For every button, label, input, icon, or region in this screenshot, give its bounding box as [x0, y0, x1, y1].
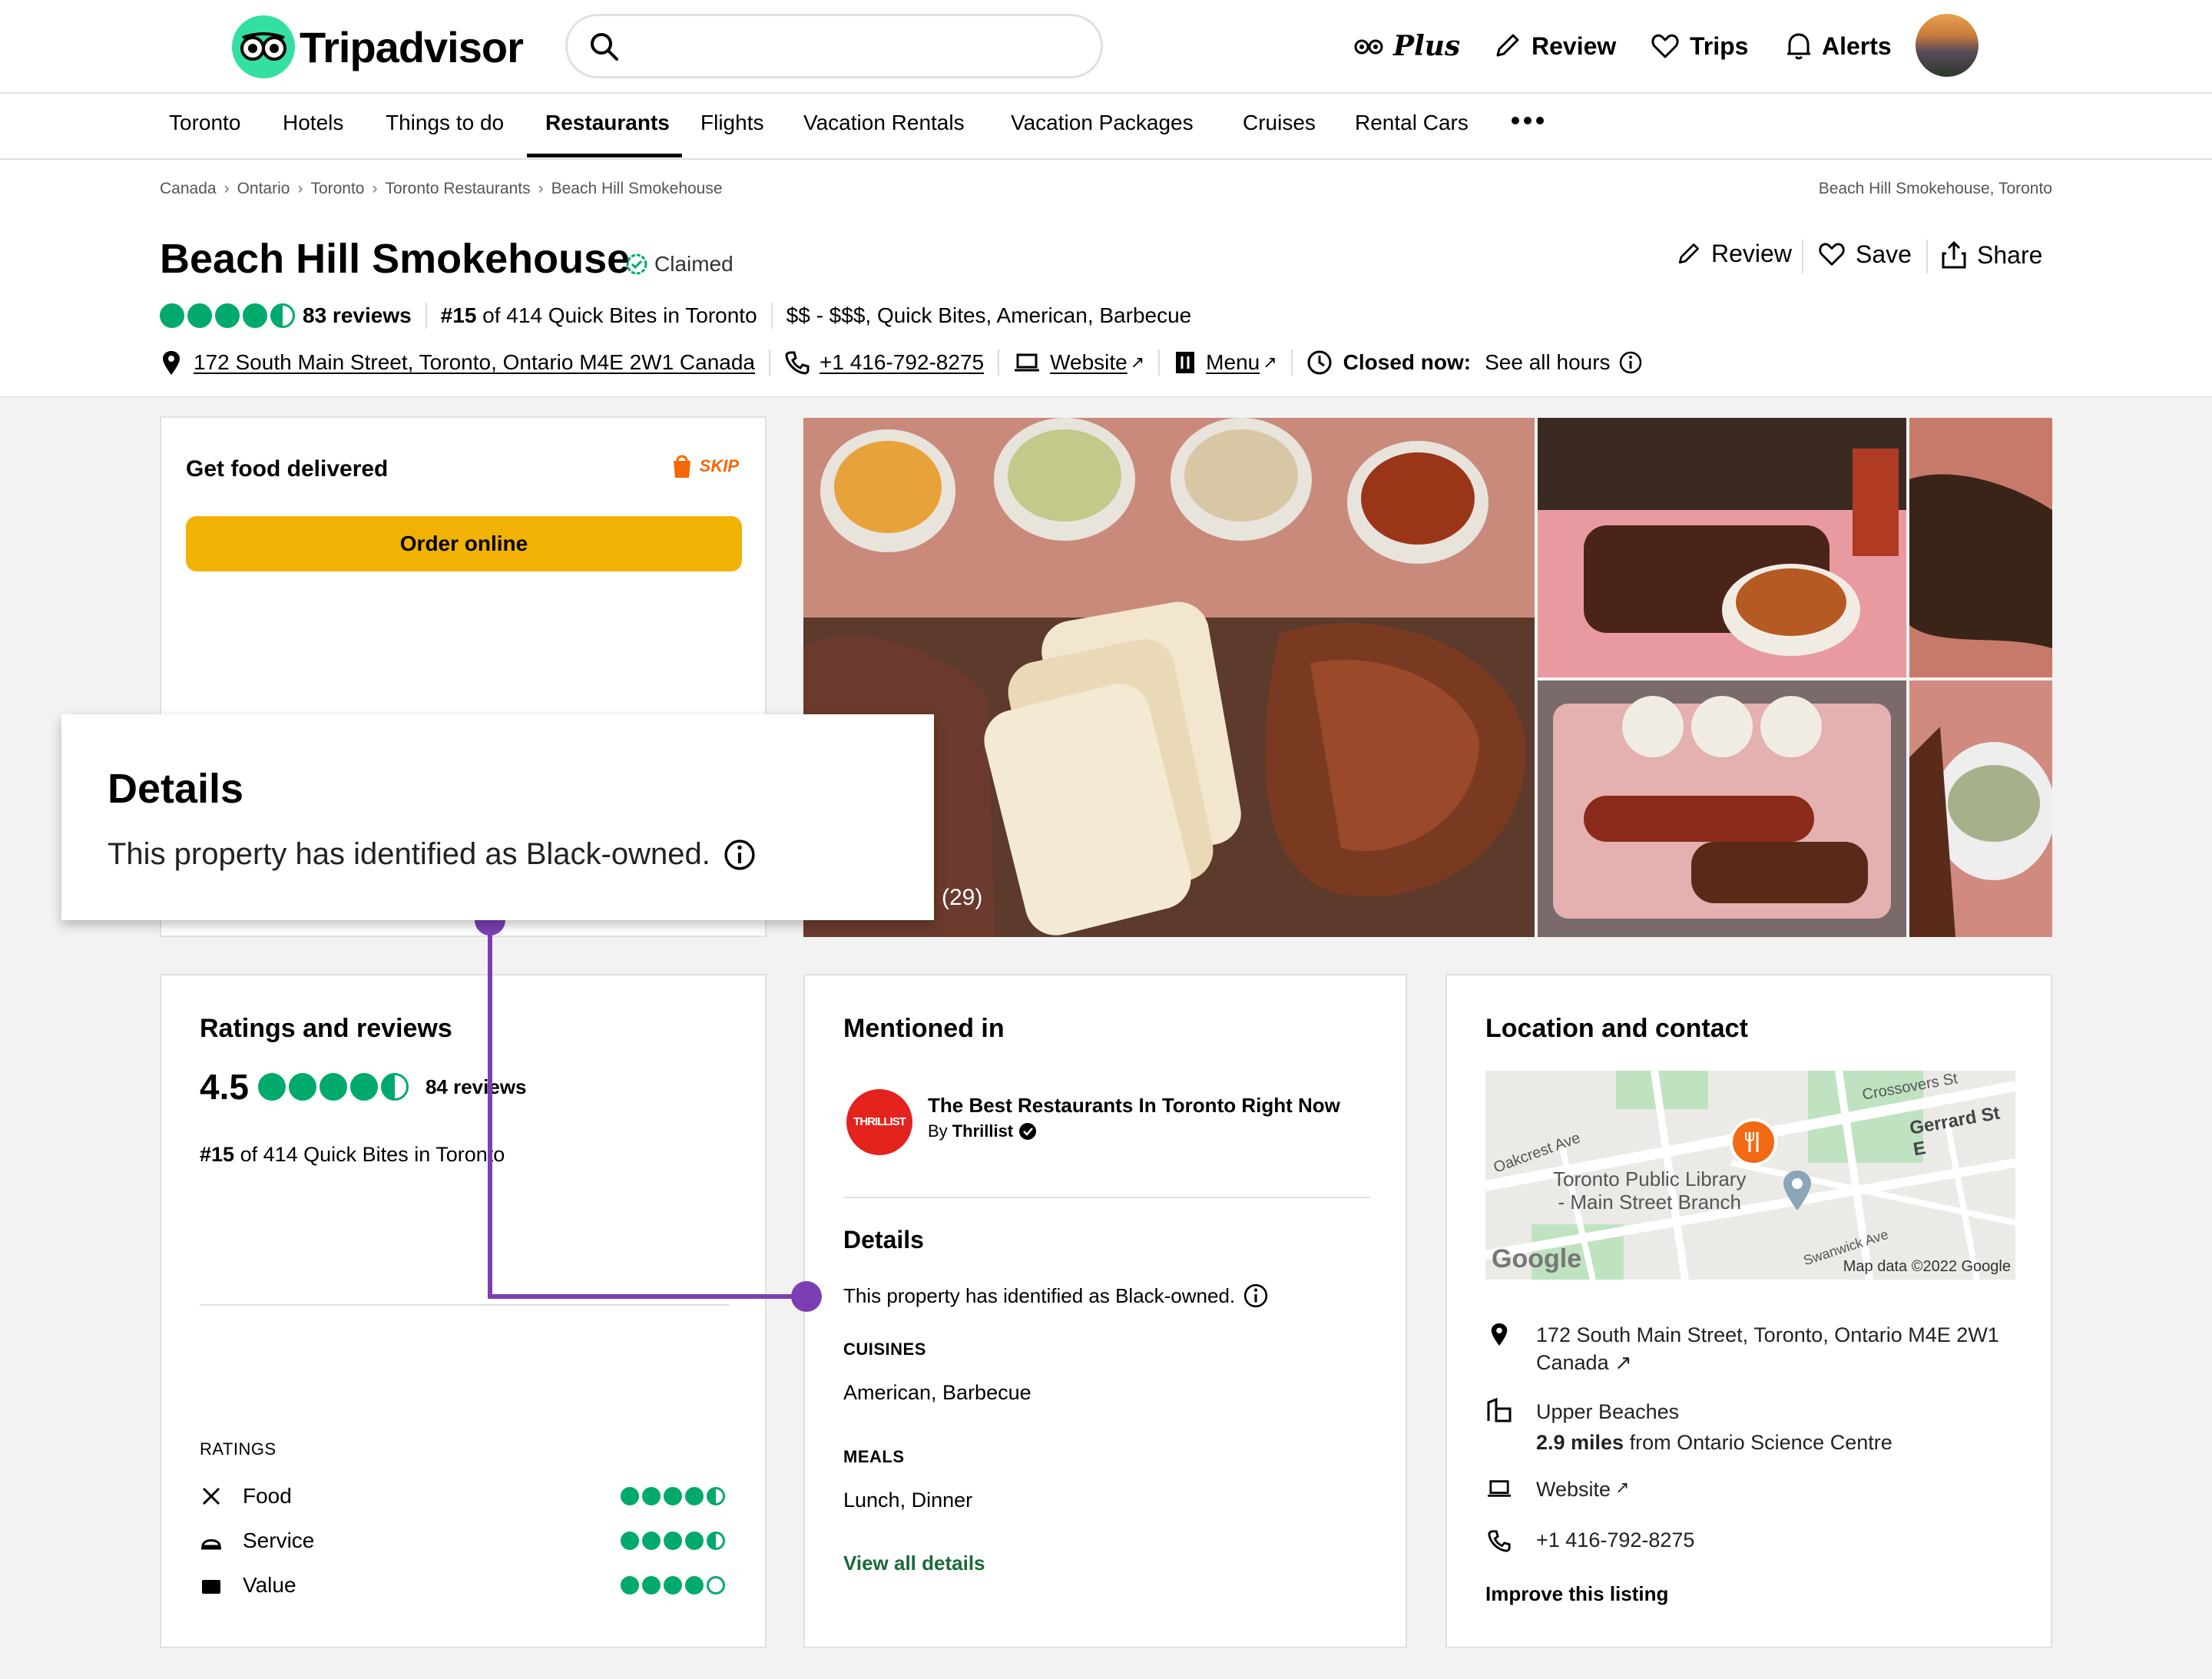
info-icon[interactable] — [723, 838, 757, 872]
callout-dot — [791, 1281, 822, 1312]
details-callout: Details This property has identified as … — [61, 714, 934, 920]
callout-text: This property has identified as Black-ow… — [108, 837, 757, 872]
callout-title: Details — [108, 766, 244, 812]
